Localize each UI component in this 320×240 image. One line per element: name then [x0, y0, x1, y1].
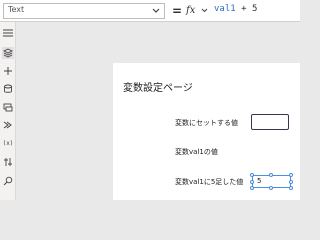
- resize-handle-bottom-right[interactable]: [289, 186, 293, 190]
- formula-input[interactable]: val1 + 5: [214, 4, 257, 14]
- property-dropdown[interactable]: Text: [3, 3, 165, 19]
- label-val1-value[interactable]: 変数val1の値: [175, 147, 218, 157]
- resize-handle-bottom[interactable]: [269, 186, 273, 190]
- fx-icon: fx: [186, 5, 196, 16]
- property-dropdown-value: Text: [8, 5, 25, 14]
- formula-bar: Text = fx val1 + 5: [0, 0, 300, 22]
- resize-handle-top-right[interactable]: [289, 173, 293, 177]
- page-title: 変数設定ページ: [123, 83, 193, 94]
- fx-button[interactable]: fx: [186, 3, 210, 19]
- label-val1-plus5[interactable]: 変数val1に5足した値: [175, 177, 243, 187]
- resize-handle-top[interactable]: [269, 173, 273, 177]
- hamburger-menu-icon[interactable]: [2, 27, 14, 39]
- data-cylinder-icon[interactable]: [2, 83, 14, 95]
- result-value: 5: [257, 177, 262, 185]
- insert-plus-icon[interactable]: [2, 65, 14, 77]
- variables-icon-label: (x): [2, 139, 14, 147]
- resize-handle-right[interactable]: [289, 180, 293, 184]
- app-canvas: 変数設定ページ 変数にセットする値 変数val1の値 変数val1に5足した値 …: [113, 63, 300, 200]
- left-rail: (x): [0, 22, 16, 200]
- layers-icon[interactable]: [2, 47, 14, 59]
- resize-handle-left[interactable]: [250, 180, 254, 184]
- variables-icon[interactable]: (x): [2, 137, 14, 149]
- chevron-down-icon: [201, 8, 208, 13]
- search-icon[interactable]: [2, 175, 14, 187]
- advanced-tools-icon[interactable]: [2, 156, 14, 168]
- power-automate-icon[interactable]: [2, 119, 14, 131]
- label-set-value[interactable]: 変数にセットする値: [175, 118, 238, 128]
- media-icon[interactable]: [2, 101, 14, 113]
- resize-handle-bottom-left[interactable]: [250, 186, 254, 190]
- formula-expression: + 5: [235, 4, 258, 14]
- equals-sign: =: [171, 4, 183, 18]
- value-text-input[interactable]: [251, 114, 289, 130]
- resize-handle-top-left[interactable]: [250, 173, 254, 177]
- formula-variable: val1: [214, 4, 236, 14]
- chevron-down-icon: [152, 8, 160, 13]
